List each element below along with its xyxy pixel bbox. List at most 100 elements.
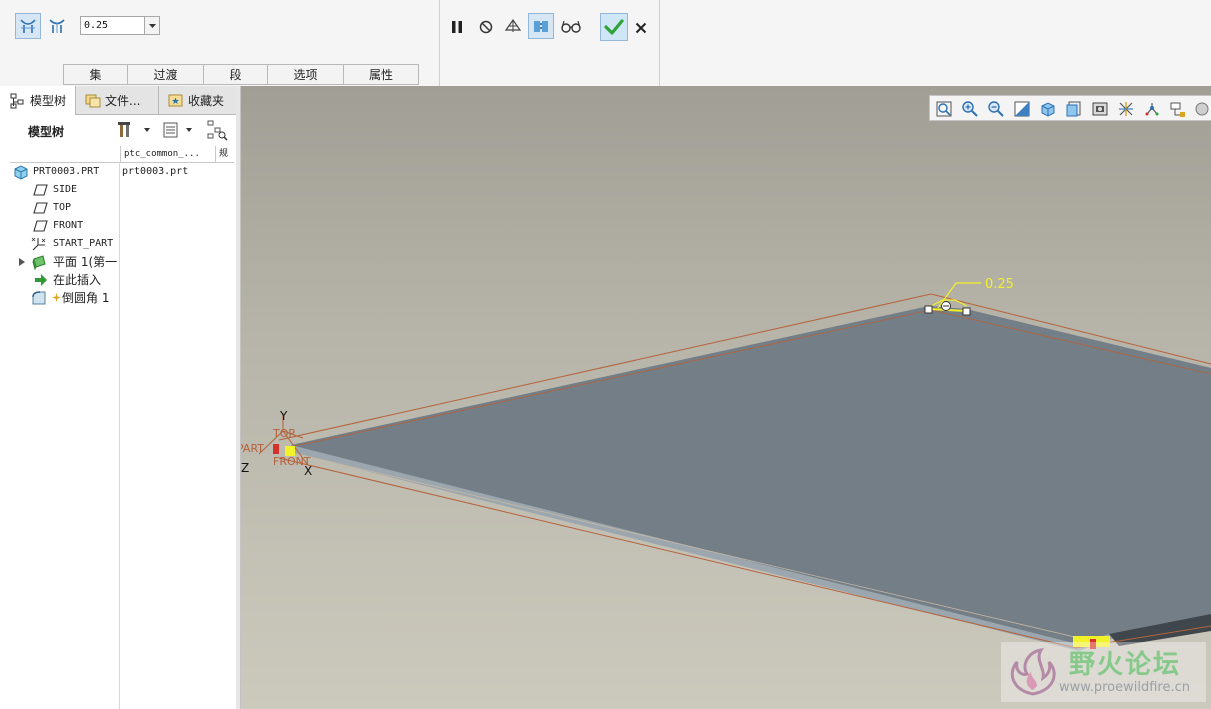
radius-input[interactable]	[81, 17, 145, 34]
datum-plane-icon	[33, 202, 48, 214]
datum-plane-icon	[33, 220, 48, 232]
annotation-display-icon[interactable]	[1169, 100, 1187, 118]
tree-item-label: FRONT	[53, 220, 84, 231]
saved-views-icon[interactable]	[1065, 100, 1083, 118]
extrude-feature-icon	[32, 255, 46, 270]
tab-favorites-label: 收藏夹	[188, 93, 225, 108]
zoom-in-icon[interactable]	[961, 100, 979, 118]
plate-top-face	[291, 306, 1211, 644]
datum-display-icon[interactable]	[1117, 100, 1135, 118]
geometry-preview-button[interactable]	[500, 13, 526, 39]
graphics-window[interactable]: 0.25 Y Z X TOP PART FRONT	[241, 86, 1211, 709]
expand-triangle-icon[interactable]	[18, 258, 26, 266]
view-manager-icon[interactable]	[1091, 100, 1109, 118]
part-icon	[14, 165, 28, 180]
pause-button[interactable]	[444, 14, 470, 40]
round-handle-left[interactable]	[924, 305, 933, 314]
ok-checkmark-icon	[604, 19, 624, 35]
tree-item-extrude-feature[interactable]: 平面 1(第一	[10, 253, 236, 271]
model-tree-toolbar: 模型树	[0, 115, 236, 146]
more-tools-icon[interactable]	[1193, 100, 1211, 118]
tree-item-label: 平面 1(第一	[53, 255, 118, 269]
coordinate-system-icon	[31, 237, 46, 251]
cancel-button[interactable]	[628, 15, 654, 41]
tree-item-label: PRT0003.PRT	[33, 166, 100, 177]
tree-settings-button[interactable]	[117, 120, 153, 140]
tab-transitions[interactable]: 过渡	[127, 64, 203, 85]
radius-dropdown-button[interactable]	[144, 17, 159, 34]
column-header-ptc-common[interactable]: ptc_common_...	[120, 146, 215, 162]
forum-watermark: 野火论坛 www.proewildfire.cn	[1001, 642, 1206, 702]
tree-item-label: TOP	[53, 202, 72, 213]
repaint-icon[interactable]	[1013, 100, 1031, 118]
tree-item-part[interactable]: PRT0003.PRT prt0003.prt	[10, 163, 236, 181]
no-preview-button[interactable]	[473, 14, 499, 40]
ok-button[interactable]	[600, 13, 628, 41]
spin-center-icon[interactable]	[1143, 100, 1161, 118]
column-header-spec[interactable]: 规	[215, 146, 234, 162]
round-set-mode-button[interactable]	[15, 13, 41, 39]
axis-z-label: Z	[241, 461, 249, 475]
wildfire-logo-icon	[1010, 647, 1056, 696]
axis-y-label: Y	[279, 409, 288, 423]
datum-marker-red	[273, 444, 279, 454]
navigator-panel: 模型树 文件... 收藏夹 模型树 ptc_common_... 规 PRT00…	[0, 86, 237, 709]
model-tree-title: 模型树	[28, 125, 65, 139]
tree-item-datum-front[interactable]: FRONT	[10, 217, 236, 235]
datum-part-label: PART	[241, 442, 264, 455]
dashboard-control-section	[440, 0, 660, 86]
model-tree-icon	[10, 93, 24, 108]
attached-preview-icon	[534, 21, 548, 32]
tab-options[interactable]: 选项	[267, 64, 343, 85]
dashboard-slideup-tabs: 集 过渡 段 选项 属性	[63, 64, 419, 85]
tree-filter-icon	[207, 120, 228, 141]
tree-item-datum-side[interactable]: SIDE	[10, 181, 236, 199]
round-dashboard: 集 过渡 段 选项 属性	[0, 0, 1211, 87]
insert-here-arrow-icon	[35, 274, 47, 286]
tab-pieces[interactable]: 段	[203, 64, 267, 85]
transition-mode-icon	[49, 19, 65, 33]
tree-item-coordinate-system[interactable]: START_PART	[10, 235, 236, 253]
datum-front-label: FRONT	[273, 455, 311, 468]
tab-model-tree-label: 模型树	[30, 94, 67, 108]
pause-icon	[452, 21, 462, 33]
transition-mode-button[interactable]	[44, 13, 70, 39]
datum-plane-icon	[33, 184, 48, 196]
model-viewport[interactable]: 0.25 Y Z X TOP PART FRONT	[241, 86, 1211, 709]
cancel-x-icon	[635, 22, 647, 34]
tree-item-insert-here[interactable]: 在此插入	[10, 271, 236, 289]
watermark-title: 野火论坛	[1069, 650, 1182, 680]
radius-combobox[interactable]	[80, 16, 160, 35]
tab-sets[interactable]: 集	[63, 64, 127, 85]
show-list-icon	[163, 122, 192, 138]
navigator-tabs: 模型树 文件... 收藏夹	[0, 86, 236, 115]
round-feature-icon	[32, 291, 46, 305]
tab-model-tree[interactable]: 模型树	[0, 86, 76, 115]
zoom-out-icon[interactable]	[987, 100, 1005, 118]
refit-icon[interactable]	[935, 100, 953, 118]
geometry-preview-icon	[504, 18, 522, 32]
tab-file-browser-label: 文件...	[105, 93, 141, 108]
tab-properties[interactable]: 属性	[343, 64, 419, 85]
no-preview-icon	[479, 20, 493, 34]
watermark-url: www.proewildfire.cn	[1059, 680, 1190, 695]
tree-item-label: SIDE	[53, 184, 78, 195]
verify-glasses-icon	[561, 20, 581, 33]
tree-item-label: 在此插入	[53, 273, 102, 287]
tree-filter-button[interactable]	[206, 119, 228, 141]
radius-dimension-text[interactable]: 0.25	[985, 277, 1014, 292]
tree-item-round-feature[interactable]: 倒圆角 1	[10, 289, 236, 307]
tab-favorites[interactable]: 收藏夹	[160, 86, 236, 114]
tab-file-browser[interactable]: 文件...	[77, 86, 159, 114]
tree-item-label: START_PART	[53, 238, 114, 249]
round-handle-right[interactable]	[962, 307, 971, 316]
tree-show-button[interactable]	[162, 120, 198, 140]
verify-button[interactable]	[558, 13, 584, 39]
dashboard-main-section: 集 过渡 段 选项 属性	[0, 0, 440, 86]
attached-preview-button[interactable]	[528, 13, 554, 39]
tree-item-datum-top[interactable]: TOP	[10, 199, 236, 217]
display-style-icon[interactable]	[1039, 100, 1057, 118]
chevron-down-icon	[148, 23, 156, 28]
tools-settings-icon	[118, 122, 150, 137]
round-set-mode-icon	[20, 19, 36, 33]
